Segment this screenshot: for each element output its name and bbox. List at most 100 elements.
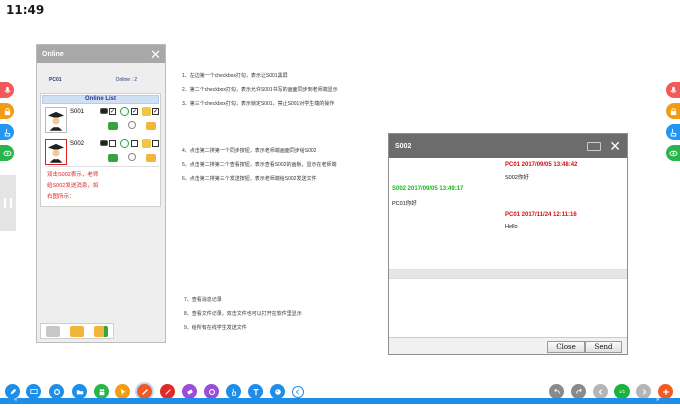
show-writing-checkbox[interactable]: ✓	[131, 108, 138, 115]
student-row-s002[interactable]: S002	[45, 139, 160, 167]
online-close-icon[interactable]: ✕	[150, 48, 161, 61]
text-tool[interactable]	[248, 384, 263, 399]
view-board-button[interactable]	[128, 153, 136, 161]
pen-tool[interactable]	[137, 384, 152, 399]
message-header: PC01 2017/09/05 13:48:42	[505, 162, 578, 168]
pen-icon	[141, 388, 148, 395]
student-avatar[interactable]	[45, 107, 67, 133]
monitor-icon	[100, 108, 108, 114]
shape-tool[interactable]	[204, 384, 219, 399]
monitor-icon	[100, 140, 108, 146]
add-page-tool[interactable]	[658, 384, 673, 399]
note-line: 双击S002表示，老师	[47, 172, 99, 178]
lock-checkbox[interactable]: ✓	[152, 108, 159, 115]
edit-icon	[10, 388, 16, 394]
message-list: PC01 2017/09/05 13:48:42 S002你好 S002 201…	[389, 158, 627, 269]
show-writing-checkbox[interactable]	[131, 140, 138, 147]
circle-shape-icon	[208, 388, 215, 395]
student-controls	[100, 139, 160, 165]
chevron-double-left-icon[interactable]: «	[14, 397, 17, 403]
undo-tool[interactable]	[549, 384, 564, 399]
send-button[interactable]: Send	[585, 341, 622, 353]
side-drawer-handle[interactable]	[0, 175, 16, 231]
graduate-icon	[47, 111, 65, 131]
eraser-icon	[186, 388, 193, 395]
message-history-icon[interactable]	[46, 325, 60, 337]
prev-page-tool[interactable]	[593, 384, 608, 399]
redo-tool[interactable]	[571, 384, 586, 399]
student-id: S001	[70, 109, 85, 115]
settings-tool[interactable]	[49, 384, 64, 399]
send-file-button[interactable]	[146, 154, 156, 162]
blackscreen-checkbox[interactable]: ✓	[109, 108, 116, 115]
lock-checkbox[interactable]	[152, 140, 159, 147]
grip-icon	[4, 198, 12, 208]
collapse-tool[interactable]	[292, 386, 304, 398]
sync-screen-button[interactable]	[108, 154, 118, 162]
keyboard-icon[interactable]	[587, 141, 602, 151]
screen-tool[interactable]	[26, 384, 41, 399]
online-count: Online : 2	[115, 77, 137, 83]
message-input[interactable]	[389, 279, 627, 339]
mic-button[interactable]	[0, 82, 14, 98]
color-tool[interactable]	[270, 384, 285, 399]
page-indicator: 1/1	[614, 384, 630, 399]
sync-screen-button[interactable]	[108, 122, 118, 130]
screen-icon	[29, 388, 38, 394]
pointer-tool[interactable]	[115, 384, 130, 399]
blackscreen-checkbox[interactable]	[109, 140, 116, 147]
message-body: S002你好	[505, 175, 529, 181]
student-id: S002	[70, 141, 85, 147]
hand-button[interactable]	[0, 124, 14, 140]
lock-button[interactable]	[0, 103, 14, 119]
student-row-s001[interactable]: S001 ✓ ✓ ✓	[45, 107, 159, 133]
touch-tool[interactable]	[226, 384, 241, 399]
instruction-line: 5、点击第二排第二个查看按钮，表示查看S002的画板，显示在老师端	[182, 162, 337, 168]
hand-button-right[interactable]	[666, 124, 680, 140]
note-line: 给S002发送消息，如	[47, 183, 99, 189]
instruction-line: 1、左边第一个checkbox打勾，表示让S001黑屏	[182, 73, 288, 79]
message-body: PC01你好	[392, 201, 417, 207]
send-file-button[interactable]	[146, 122, 156, 130]
chevron-left-icon	[598, 388, 602, 395]
marker-tool[interactable]	[160, 384, 175, 399]
send-all-file-icon[interactable]	[94, 325, 108, 337]
mic-button-right[interactable]	[666, 82, 680, 98]
pointer-hand-icon	[4, 128, 10, 137]
online-panel-header: Online ✕	[37, 45, 165, 63]
edit-tool[interactable]	[5, 384, 20, 399]
toolbar-strip: « »	[0, 397, 680, 404]
eye-button-right[interactable]	[666, 145, 680, 161]
lock-student-icon	[142, 107, 151, 116]
instructions-top: 1、左边第一个checkbox打勾，表示让S001黑屏 2、第二个checkbo…	[182, 69, 338, 111]
sync-icon	[120, 139, 129, 148]
redo-icon	[575, 388, 582, 394]
clock: 11:49	[6, 3, 45, 17]
message-body: Hello	[505, 224, 518, 230]
close-button[interactable]: Close	[547, 341, 585, 353]
student-avatar[interactable]	[45, 139, 67, 165]
message-header: S002 2017/09/05 13:49:17	[392, 186, 464, 192]
chevron-double-right-icon[interactable]: »	[656, 397, 659, 403]
chat-close-icon[interactable]: ✕	[609, 139, 621, 153]
instruction-line: 9、给所有在线学生发送文件	[184, 325, 247, 331]
microphone-icon	[3, 86, 11, 93]
lock-button-right[interactable]	[666, 103, 680, 119]
eraser-tool[interactable]	[182, 384, 197, 399]
chat-header: S002 ✕	[389, 134, 627, 158]
instructions-mid: 4、点击第二排第一个同步按钮，表示老师端画面同步给S002 5、点击第二排第二个…	[182, 144, 336, 186]
file-history-icon[interactable]	[70, 325, 84, 337]
folder-tool[interactable]	[72, 384, 87, 399]
next-page-tool[interactable]	[636, 384, 651, 399]
eye-icon	[668, 150, 678, 156]
text-icon	[253, 388, 258, 395]
students-tool[interactable]	[94, 384, 109, 399]
eye-button[interactable]	[0, 145, 14, 161]
plus-icon	[662, 388, 669, 395]
online-note: 双击S002表示，老师 给S002发送消息，如 右图所示：	[47, 170, 119, 203]
bottom-toolbar: 1/1 « »	[0, 380, 680, 404]
lock-student-icon	[142, 139, 151, 148]
left-side-rail	[0, 82, 14, 161]
instruction-line: 8、查看文件记录，双击文件也可以打开在软件里显示	[184, 311, 302, 317]
view-board-button[interactable]	[128, 121, 136, 129]
